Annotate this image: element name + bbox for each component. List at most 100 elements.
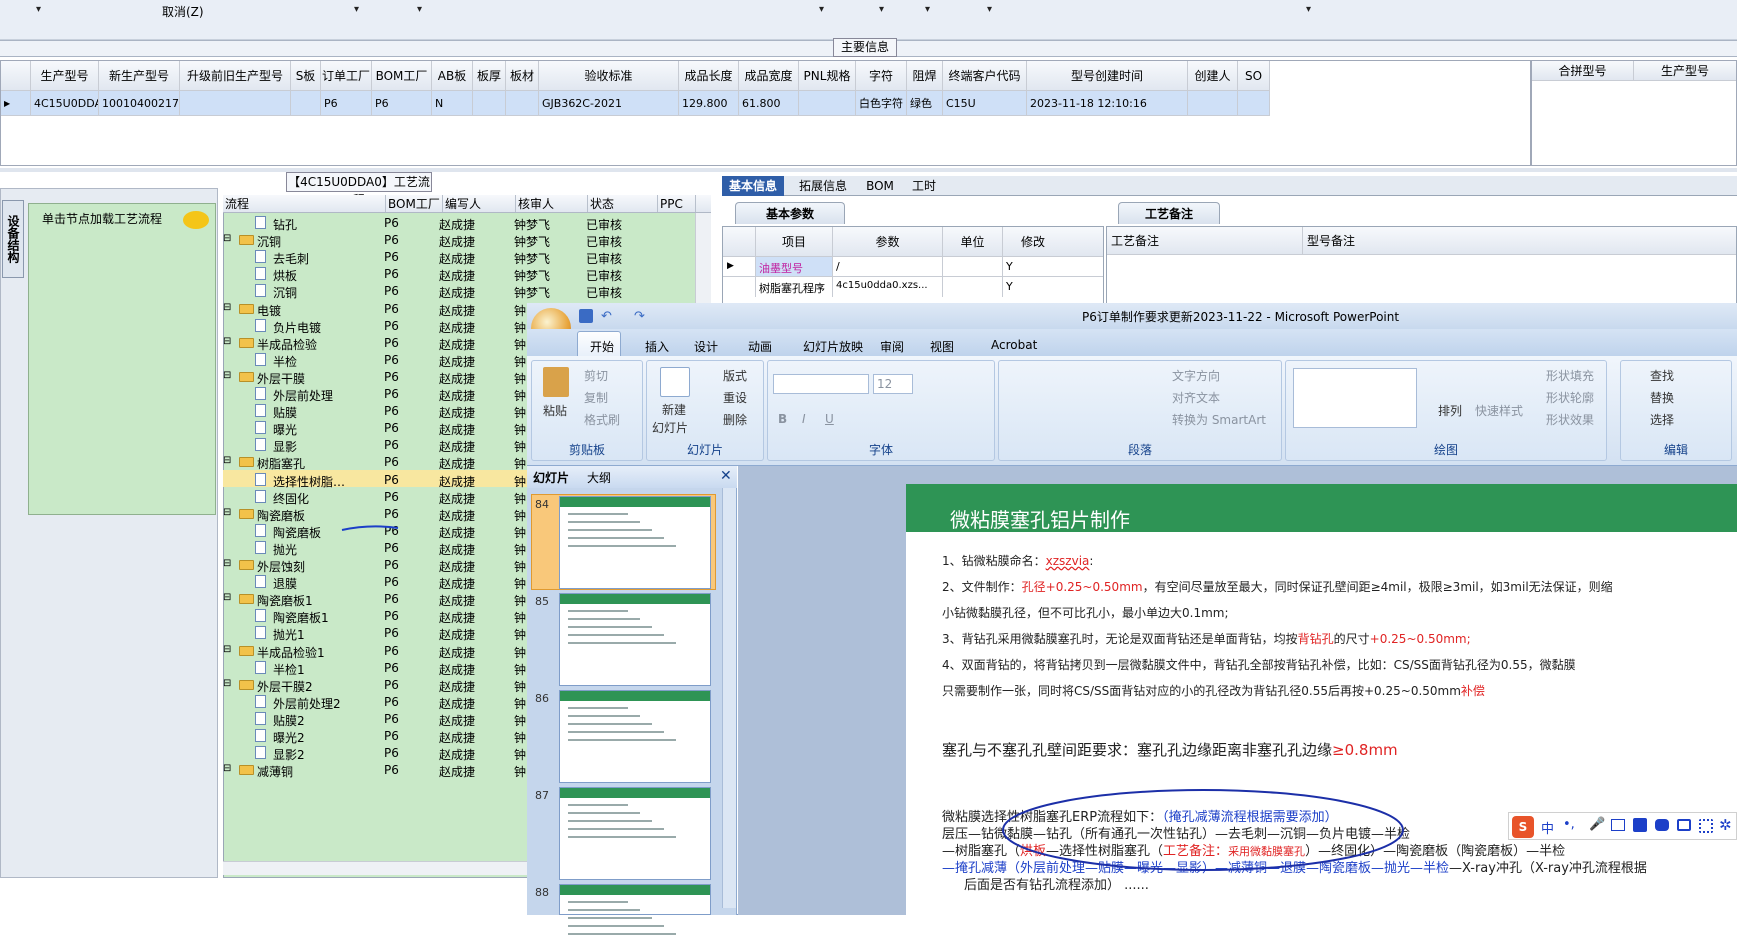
copy-button[interactable]: 复制 bbox=[584, 389, 608, 406]
keyboard-icon[interactable] bbox=[1611, 819, 1625, 831]
cancel-menu-item[interactable]: 取消(Z) bbox=[162, 3, 204, 20]
save-icon[interactable] bbox=[579, 309, 593, 323]
shapes-gallery[interactable] bbox=[1293, 368, 1417, 428]
column-header[interactable]: SO bbox=[1238, 61, 1270, 91]
column-header[interactable]: BOM工厂 bbox=[372, 61, 432, 91]
column-header[interactable]: 成品长度 bbox=[679, 61, 739, 91]
tree-node[interactable]: 钻孔 P6 赵成捷 钟梦飞 已审核 bbox=[223, 213, 693, 232]
undo-icon[interactable]: ↶ bbox=[601, 309, 612, 324]
col-reviewer[interactable]: 核审人 bbox=[516, 195, 588, 212]
font-name-input[interactable] bbox=[773, 374, 869, 394]
column-header[interactable]: AB板 bbox=[432, 61, 473, 91]
tab-slides[interactable]: 幻灯片 bbox=[533, 469, 569, 486]
ribbon-tab[interactable]: 视图 bbox=[930, 338, 954, 355]
col-modify[interactable]: 修改 bbox=[1003, 227, 1063, 256]
ribbon-tab[interactable]: 插入 bbox=[645, 338, 669, 355]
shape-effect-button[interactable]: 形状效果 bbox=[1546, 411, 1594, 428]
col-bom[interactable]: BOM工厂 bbox=[386, 195, 443, 212]
ribbon-tab[interactable]: 开始 bbox=[590, 338, 614, 355]
slide-thumbnail[interactable] bbox=[559, 884, 711, 935]
ribbon-tab[interactable]: 设计 bbox=[694, 338, 718, 355]
paste-icon[interactable] bbox=[543, 367, 569, 397]
shape-outline-button[interactable]: 形状轮廓 bbox=[1546, 389, 1594, 406]
skin-icon[interactable] bbox=[1633, 818, 1647, 832]
apps-icon[interactable] bbox=[1699, 819, 1713, 833]
dropdown-arrow[interactable]: ▾ bbox=[36, 4, 41, 15]
microphone-icon[interactable]: 🎤 bbox=[1589, 817, 1605, 832]
col-item[interactable]: 项目 bbox=[756, 227, 833, 256]
ribbon-tab[interactable]: Acrobat bbox=[991, 338, 1037, 352]
column-header[interactable]: 型号创建时间 bbox=[1027, 61, 1188, 91]
ribbon-tab[interactable]: 动画 bbox=[748, 338, 772, 355]
merge-col-header[interactable]: 合拼型号 bbox=[1532, 61, 1634, 80]
layout-button[interactable]: 版式 bbox=[723, 367, 747, 384]
column-header[interactable]: 阻焊 bbox=[907, 61, 943, 91]
table-row[interactable]: ▶ 油墨型号 / Y bbox=[723, 257, 1103, 277]
tab-bom[interactable]: BOM bbox=[860, 176, 900, 196]
splitter[interactable] bbox=[0, 168, 1737, 172]
underline-button[interactable]: U bbox=[825, 412, 834, 426]
font-size-input[interactable]: 12 bbox=[873, 374, 913, 394]
col-writer[interactable]: 编写人 bbox=[443, 195, 516, 212]
ribbon-tab[interactable]: 幻灯片放映 bbox=[803, 338, 863, 355]
col-model-remark[interactable]: 型号备注 bbox=[1303, 227, 1733, 254]
column-header[interactable]: 板厚 bbox=[473, 61, 506, 91]
select-button[interactable]: 选择 bbox=[1650, 411, 1674, 428]
column-header[interactable]: 板材 bbox=[506, 61, 539, 91]
text-direction-button[interactable]: 文字方向 bbox=[1172, 367, 1220, 384]
dropdown-arrow[interactable]: ▾ bbox=[417, 4, 422, 15]
quick-style-button[interactable]: 快速样式 bbox=[1475, 402, 1523, 419]
table-row[interactable]: ▶4C15U0DDA010010400217281P6P6NGJB362C-20… bbox=[1, 91, 1270, 116]
tab-extended-info[interactable]: 拓展信息 bbox=[792, 176, 854, 196]
reset-button[interactable]: 重设 bbox=[723, 389, 747, 406]
close-icon[interactable]: ✕ bbox=[720, 468, 732, 484]
column-header[interactable]: S板 bbox=[291, 61, 321, 91]
tab-outline[interactable]: 大纲 bbox=[587, 469, 611, 486]
table-row[interactable]: 树脂塞孔程序 4c15u0dda0.xzs... Y bbox=[723, 277, 1103, 297]
collapse-icon[interactable]: ⊟ bbox=[223, 592, 231, 603]
column-header[interactable]: 新生产型号 bbox=[99, 61, 180, 91]
tree-node[interactable]: 烘板 P6 赵成捷 钟梦飞 已审核 bbox=[223, 264, 693, 283]
new-slide-icon[interactable] bbox=[660, 367, 690, 397]
ime-punct[interactable]: •, bbox=[1563, 817, 1575, 832]
collapse-icon[interactable]: ⊟ bbox=[223, 370, 231, 381]
tree-node[interactable]: 沉铜 P6 赵成捷 钟梦飞 已审核 bbox=[223, 281, 693, 300]
redo-icon[interactable]: ↷ bbox=[634, 309, 645, 324]
shape-fill-button[interactable]: 形状填充 bbox=[1546, 367, 1594, 384]
dropdown-arrow[interactable]: ▾ bbox=[987, 4, 992, 15]
col-process-remark[interactable]: 工艺备注 bbox=[1107, 227, 1303, 254]
collapse-icon[interactable]: ⊟ bbox=[223, 558, 231, 569]
dropdown-arrow[interactable]: ▾ bbox=[1306, 4, 1311, 15]
arrange-button[interactable]: 排列 bbox=[1438, 402, 1462, 419]
find-button[interactable]: 查找 bbox=[1650, 367, 1674, 384]
delete-button[interactable]: 删除 bbox=[723, 411, 747, 428]
tab-basic-info[interactable]: 基本信息 bbox=[722, 176, 784, 196]
collapse-icon[interactable]: ⊟ bbox=[223, 678, 231, 689]
slide-thumbnail[interactable] bbox=[559, 690, 711, 783]
slide-thumbnail[interactable] bbox=[559, 787, 711, 880]
production-col-header[interactable]: 生产型号 bbox=[1634, 61, 1736, 80]
align-text-button[interactable]: 对齐文本 bbox=[1172, 389, 1220, 406]
bold-button[interactable]: B bbox=[778, 412, 787, 426]
collapse-icon[interactable]: ⊟ bbox=[223, 336, 231, 347]
column-header[interactable]: 成品宽度 bbox=[739, 61, 799, 91]
dropdown-arrow[interactable]: ▾ bbox=[354, 4, 359, 15]
sogou-logo-icon[interactable]: S bbox=[1512, 816, 1534, 838]
dropdown-arrow[interactable]: ▾ bbox=[819, 4, 824, 15]
column-header[interactable]: 创建人 bbox=[1188, 61, 1238, 91]
replace-button[interactable]: 替换 bbox=[1650, 389, 1674, 406]
paste-button[interactable]: 粘贴 bbox=[543, 402, 567, 419]
dropdown-arrow[interactable]: ▾ bbox=[925, 4, 930, 15]
settings-icon[interactable]: ✲ bbox=[1719, 816, 1732, 834]
new-slide-button[interactable]: 新建 bbox=[662, 401, 686, 418]
column-header[interactable]: 订单工厂 bbox=[321, 61, 372, 91]
collapse-icon[interactable]: ⊟ bbox=[223, 302, 231, 313]
col-unit[interactable]: 单位 bbox=[943, 227, 1003, 256]
ime-lang[interactable]: 中 bbox=[1541, 818, 1554, 837]
ribbon-tab[interactable]: 审阅 bbox=[880, 338, 904, 355]
collapse-icon[interactable]: ⊟ bbox=[223, 644, 231, 655]
col-flow[interactable]: 流程 bbox=[223, 195, 386, 212]
collapse-icon[interactable]: ⊟ bbox=[223, 507, 231, 518]
collapse-icon[interactable]: ⊟ bbox=[223, 763, 231, 774]
column-header[interactable]: 验收标准 bbox=[539, 61, 679, 91]
